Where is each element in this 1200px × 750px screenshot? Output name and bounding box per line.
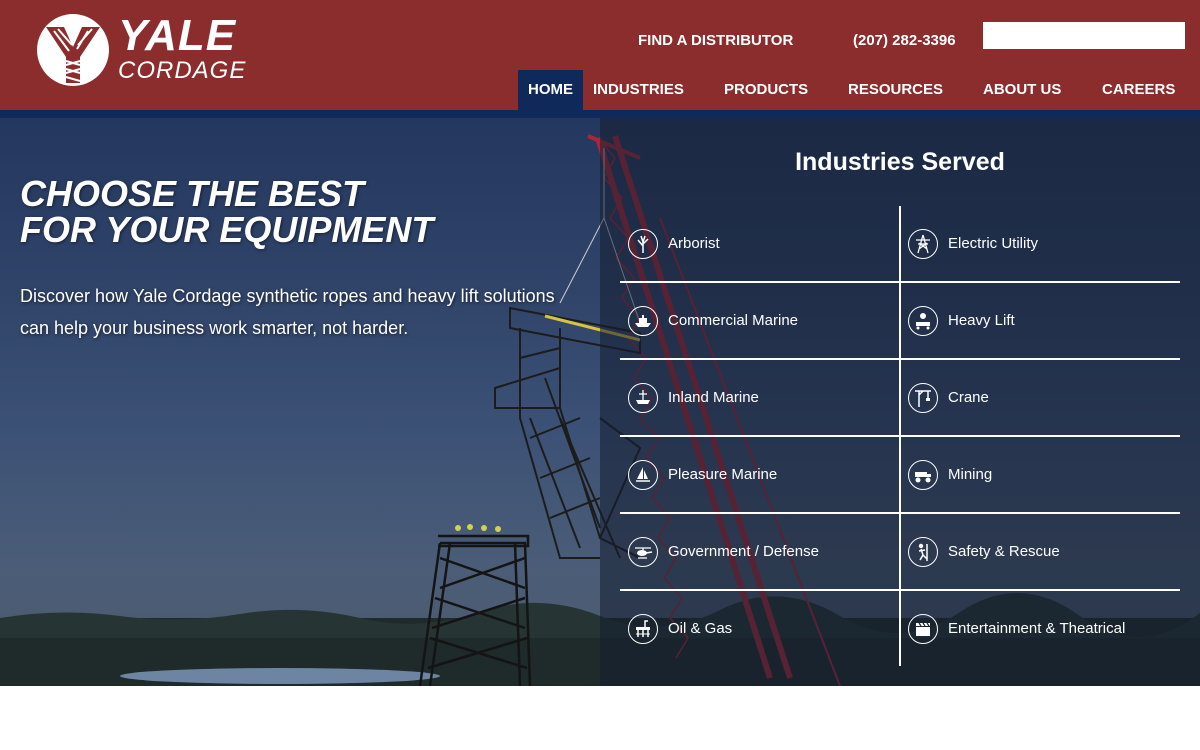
yale-cordage-logo[interactable]: YALE CORDAGE: [36, 11, 256, 93]
industry-heavy-lift[interactable]: Heavy Lift: [900, 283, 1178, 358]
industry-oil-gas[interactable]: Oil & Gas: [620, 591, 898, 666]
industry-mining[interactable]: Mining: [900, 437, 1178, 512]
clapperboard-icon: [908, 613, 938, 644]
industry-entertainment-theatrical[interactable]: Entertainment & Theatrical: [900, 591, 1178, 666]
nav-careers[interactable]: CAREERS: [1102, 70, 1175, 110]
heavy-lift-icon: [908, 305, 938, 336]
hero-banner: CHOOSE THE BEST FOR YOUR EQUIPMENT Disco…: [0, 118, 1200, 686]
find-distributor-link[interactable]: FIND A DISTRIBUTOR: [638, 32, 793, 49]
rescue-icon: [908, 536, 938, 567]
hero-title-line-2: FOR YOUR EQUIPMENT: [20, 209, 434, 250]
industry-commercial-marine[interactable]: Commercial Marine: [620, 283, 898, 358]
tree-icon: [628, 228, 658, 259]
industries-title: Industries Served: [795, 148, 1005, 176]
nav-products[interactable]: PRODUCTS: [724, 70, 808, 110]
industry-label: Oil & Gas: [668, 620, 733, 637]
hero-title: CHOOSE THE BEST FOR YOUR EQUIPMENT: [20, 176, 580, 248]
logo-text-cordage: CORDAGE: [118, 57, 247, 84]
power-tower-icon: [908, 228, 938, 259]
industry-label: Arborist: [668, 235, 720, 252]
industry-safety-rescue[interactable]: Safety & Rescue: [900, 514, 1178, 589]
industry-label: Commercial Marine: [668, 312, 799, 329]
oil-rig-icon: [628, 613, 658, 644]
industry-label: Government / Defense: [668, 543, 819, 560]
industry-label: Pleasure Marine: [668, 466, 778, 483]
header-divider: [0, 110, 1200, 118]
nav-home[interactable]: HOME: [518, 70, 583, 110]
phone-link[interactable]: (207) 282-3396: [853, 32, 956, 49]
search-input[interactable]: [983, 22, 1185, 49]
industry-government-defense[interactable]: Government / Defense: [620, 514, 898, 589]
logo-text-yale: YALE: [118, 11, 237, 60]
industry-label: Electric Utility: [948, 235, 1039, 252]
industry-arborist[interactable]: Arborist: [620, 206, 898, 281]
nav-industries[interactable]: INDUSTRIES: [593, 70, 684, 110]
industry-label: Heavy Lift: [948, 312, 1015, 329]
industry-electric-utility[interactable]: Electric Utility: [900, 206, 1178, 281]
crane-icon: [908, 382, 938, 413]
industry-label: Mining: [948, 466, 993, 483]
industry-label: Crane: [948, 389, 989, 406]
nav-about-us[interactable]: ABOUT US: [983, 70, 1061, 110]
sailboat-icon: [628, 459, 658, 490]
industries-grid: Arborist Electric Utility Commercial Mar…: [620, 206, 1180, 666]
barge-icon: [628, 382, 658, 413]
industry-label: Safety & Rescue: [948, 543, 1060, 560]
industry-label: Entertainment & Theatrical: [948, 620, 1126, 637]
nav-resources[interactable]: RESOURCES: [848, 70, 943, 110]
mining-truck-icon: [908, 459, 938, 490]
site-header: YALE CORDAGE FIND A DISTRIBUTOR (207) 28…: [0, 0, 1200, 110]
hero-title-line-1: CHOOSE THE BEST: [20, 173, 365, 214]
ship-icon: [628, 305, 658, 336]
industry-label: Inland Marine: [668, 389, 759, 406]
logo-emblem-icon: [37, 14, 109, 86]
industry-crane[interactable]: Crane: [900, 360, 1178, 435]
hero-description: Discover how Yale Cordage synthetic rope…: [20, 286, 555, 338]
helicopter-icon: [628, 536, 658, 567]
industry-pleasure-marine[interactable]: Pleasure Marine: [620, 437, 898, 512]
industry-inland-marine[interactable]: Inland Marine: [620, 360, 898, 435]
